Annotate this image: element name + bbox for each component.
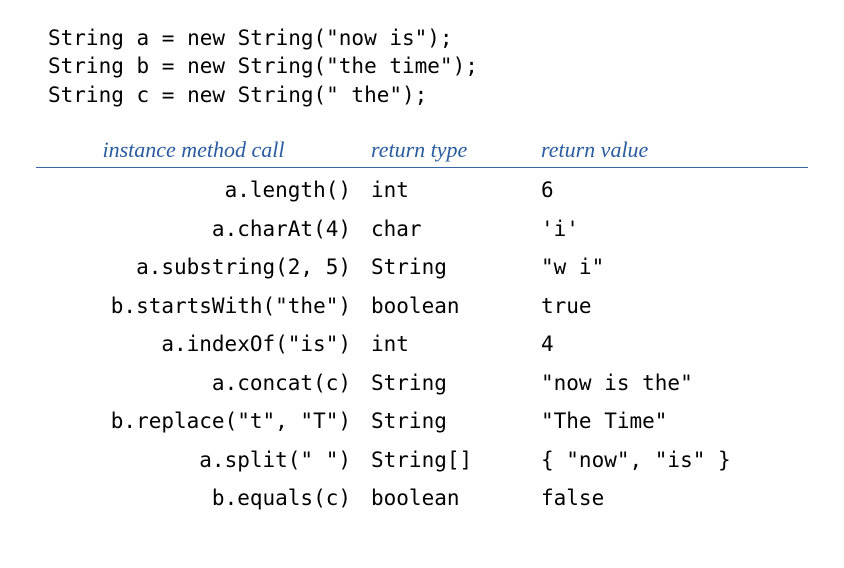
cell-value: "w i" <box>541 251 808 284</box>
cell-type: int <box>371 174 541 207</box>
cell-value: { "now", "is" } <box>541 444 808 477</box>
table-row: b.replace("t", "T") String "The Time" <box>36 405 808 438</box>
cell-type: String[] <box>371 444 541 477</box>
cell-method: a.substring(2, 5) <box>36 251 371 284</box>
cell-method: a.split(" ") <box>36 444 371 477</box>
header-method: instance method call <box>36 137 371 163</box>
cell-type: char <box>371 213 541 246</box>
cell-method: a.charAt(4) <box>36 213 371 246</box>
methods-table: instance method call return type return … <box>36 137 808 515</box>
cell-value: "The Time" <box>541 405 808 438</box>
table-row: b.startsWith("the") boolean true <box>36 290 808 323</box>
cell-method: b.replace("t", "T") <box>36 405 371 438</box>
table-row: a.charAt(4) char 'i' <box>36 213 808 246</box>
cell-type: int <box>371 328 541 361</box>
code-line-3: String c = new String(" the"); <box>48 81 808 109</box>
cell-value: true <box>541 290 808 323</box>
header-value: return value <box>541 137 808 163</box>
cell-type: boolean <box>371 482 541 515</box>
cell-value: 'i' <box>541 213 808 246</box>
cell-method: a.concat(c) <box>36 367 371 400</box>
code-line-1: String a = new String("now is"); <box>48 24 808 52</box>
header-type: return type <box>371 137 541 163</box>
table-row: a.split(" ") String[] { "now", "is" } <box>36 444 808 477</box>
cell-method: a.indexOf("is") <box>36 328 371 361</box>
cell-value: 6 <box>541 174 808 207</box>
table-row: a.substring(2, 5) String "w i" <box>36 251 808 284</box>
cell-type: boolean <box>371 290 541 323</box>
table-row: a.length() int 6 <box>36 174 808 207</box>
cell-value: 4 <box>541 328 808 361</box>
table-row: a.concat(c) String "now is the" <box>36 367 808 400</box>
cell-type: String <box>371 405 541 438</box>
table-row: b.equals(c) boolean false <box>36 482 808 515</box>
cell-method: a.length() <box>36 174 371 207</box>
code-block: String a = new String("now is"); String … <box>48 24 808 109</box>
cell-method: b.startsWith("the") <box>36 290 371 323</box>
table-row: a.indexOf("is") int 4 <box>36 328 808 361</box>
cell-value: false <box>541 482 808 515</box>
cell-value: "now is the" <box>541 367 808 400</box>
cell-type: String <box>371 251 541 284</box>
table-header-row: instance method call return type return … <box>36 137 808 168</box>
cell-method: b.equals(c) <box>36 482 371 515</box>
cell-type: String <box>371 367 541 400</box>
code-line-2: String b = new String("the time"); <box>48 52 808 80</box>
